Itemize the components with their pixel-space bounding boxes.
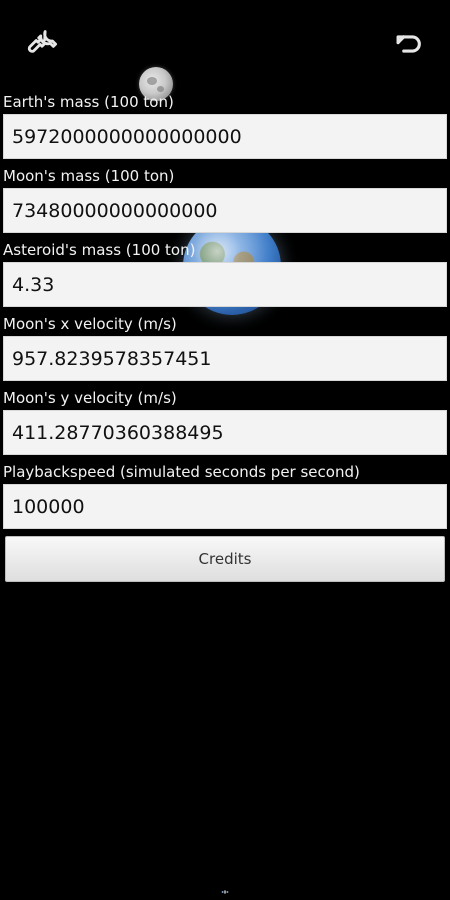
moon-y-velocity-input[interactable]: 411.28770360388495 (3, 410, 447, 455)
moon-x-velocity-label: Moon's x velocity (m/s) (3, 315, 177, 333)
moon-mass-input[interactable]: 73480000000000000 (3, 188, 447, 233)
moon-mass-row: Moon's mass (100 ton) 73480000000000000 (0, 166, 450, 233)
moon-y-velocity-label: Moon's y velocity (m/s) (3, 389, 177, 407)
playback-speed-row: Playbackspeed (simulated seconds per sec… (0, 462, 450, 529)
wrench-icon[interactable] (20, 22, 64, 66)
top-toolbar (0, 0, 450, 80)
moon-mass-label: Moon's mass (100 ton) (3, 167, 175, 185)
earth-mass-label: Earth's mass (100 ton) (3, 93, 174, 111)
undo-icon[interactable] (386, 22, 430, 66)
moon-x-velocity-row: Moon's x velocity (m/s) 957.823957835745… (0, 314, 450, 381)
asteroid-mass-input[interactable]: 4.33 (3, 262, 447, 307)
satellite-icon (221, 890, 229, 894)
moon-x-velocity-input[interactable]: 957.8239578357451 (3, 336, 447, 381)
settings-form: Earth's mass (100 ton) 59720000000000000… (0, 92, 450, 536)
earth-mass-row: Earth's mass (100 ton) 59720000000000000… (0, 92, 450, 159)
moon-y-velocity-row: Moon's y velocity (m/s) 411.287703603884… (0, 388, 450, 455)
playback-speed-input[interactable]: 100000 (3, 484, 447, 529)
playback-speed-label: Playbackspeed (simulated seconds per sec… (3, 463, 360, 481)
credits-button[interactable]: Credits (5, 536, 445, 582)
earth-mass-input[interactable]: 5972000000000000000 (3, 114, 447, 159)
asteroid-mass-label: Asteroid's mass (100 ton) (3, 241, 196, 259)
asteroid-mass-row: Asteroid's mass (100 ton) 4.33 (0, 240, 450, 307)
